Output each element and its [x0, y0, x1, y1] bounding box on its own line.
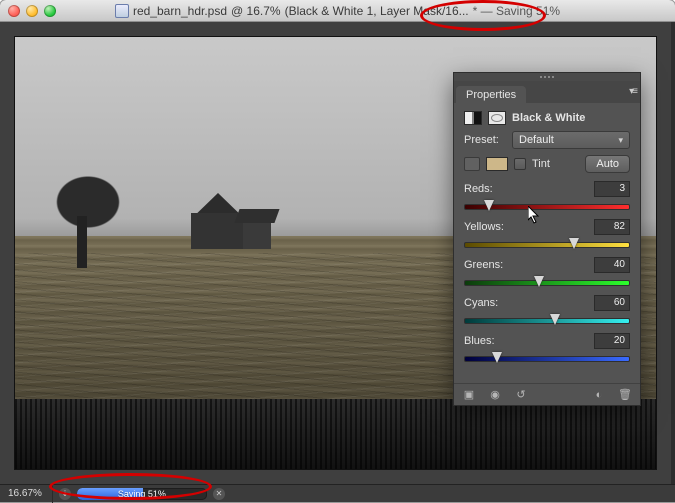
- slider-cyans: Cyans: 60: [464, 295, 630, 325]
- bw-adjustment-icon: [464, 111, 482, 125]
- panel-menu-icon[interactable]: ▾≡: [629, 86, 636, 97]
- reds-label: Reds:: [464, 183, 493, 195]
- tab-properties[interactable]: Properties: [456, 86, 526, 103]
- toggle-visibility-icon[interactable]: ◐: [592, 388, 606, 402]
- reds-track[interactable]: [464, 201, 630, 211]
- greens-value[interactable]: 40: [594, 257, 630, 273]
- image-barn: [187, 193, 269, 253]
- blues-value[interactable]: 20: [594, 333, 630, 349]
- title-saving-status: * — Saving 51%: [473, 4, 560, 18]
- window-title: red_barn_hdr.psd @ 16.7% (Black & White …: [0, 0, 675, 22]
- auto-button[interactable]: Auto: [585, 155, 630, 173]
- panel-footer: ▣ ◉ ↺ ◐ 🗑: [454, 383, 640, 405]
- vertical-scrollbar[interactable]: [671, 22, 675, 484]
- clip-to-layer-icon[interactable]: ▣: [462, 388, 476, 402]
- targeted-adjust-tool-icon[interactable]: [464, 157, 480, 171]
- panel-tabs: Properties ▾≡: [454, 81, 640, 103]
- reds-value[interactable]: 3: [594, 181, 630, 197]
- yellows-label: Yellows:: [464, 221, 504, 233]
- mouse-cursor-icon: [528, 206, 540, 224]
- tint-label: Tint: [532, 158, 550, 170]
- preset-value: Default: [519, 134, 554, 146]
- preset-row: Preset: Default ▾: [464, 131, 630, 149]
- status-bar: 16.67% ⇣ Saving 51% ✕: [0, 484, 675, 502]
- greens-slider-thumb[interactable]: [534, 276, 544, 288]
- document-icon: [115, 4, 129, 18]
- reds-slider-thumb[interactable]: [484, 200, 494, 212]
- cyans-label: Cyans:: [464, 297, 498, 309]
- zoom-level[interactable]: 16.67%: [0, 485, 53, 503]
- blues-label: Blues:: [464, 335, 495, 347]
- delete-adjustment-icon[interactable]: 🗑: [618, 388, 632, 402]
- tint-checkbox[interactable]: [514, 158, 526, 170]
- save-progress-bar: Saving 51%: [77, 488, 207, 500]
- image-tree: [43, 160, 133, 256]
- tint-row: Tint Auto: [464, 155, 630, 173]
- preset-label: Preset:: [464, 134, 506, 146]
- slider-reds: Reds: 3: [464, 181, 630, 211]
- slider-yellows: Yellows: 82: [464, 219, 630, 249]
- yellows-slider-thumb[interactable]: [569, 238, 579, 250]
- cancel-save-icon[interactable]: ✕: [213, 488, 225, 500]
- window-controls: [8, 5, 56, 17]
- reset-icon[interactable]: ↺: [514, 388, 528, 402]
- greens-label: Greens:: [464, 259, 503, 271]
- cyans-value[interactable]: 60: [594, 295, 630, 311]
- save-progress-label: Saving 51%: [77, 488, 207, 500]
- title-filename: red_barn_hdr.psd: [133, 4, 227, 18]
- chevron-down-icon: ▾: [618, 135, 623, 146]
- image-foreground-grass: [15, 399, 656, 469]
- slider-blues: Blues: 20: [464, 333, 630, 363]
- minimize-window-button[interactable]: [26, 5, 38, 17]
- panel-body: Black & White Preset: Default ▾ Tint Aut…: [454, 103, 640, 383]
- blues-track[interactable]: [464, 353, 630, 363]
- titlebar: red_barn_hdr.psd @ 16.7% (Black & White …: [0, 0, 675, 22]
- cyans-slider-thumb[interactable]: [550, 314, 560, 326]
- properties-panel[interactable]: Properties ▾≡ Black & White Preset: Defa…: [453, 72, 641, 406]
- zoom-window-button[interactable]: [44, 5, 56, 17]
- adjustment-header: Black & White: [464, 111, 630, 125]
- tint-color-swatch[interactable]: [486, 157, 508, 171]
- app-window: red_barn_hdr.psd @ 16.7% (Black & White …: [0, 0, 675, 502]
- adjustment-name: Black & White: [512, 112, 585, 124]
- save-disk-icon: ⇣: [59, 488, 71, 500]
- title-layer-detail: (Black & White 1, Layer Mask/16...: [285, 4, 469, 18]
- panel-grip[interactable]: [454, 73, 640, 81]
- yellows-track[interactable]: [464, 239, 630, 249]
- close-window-button[interactable]: [8, 5, 20, 17]
- layer-mask-icon[interactable]: [488, 111, 506, 125]
- greens-track[interactable]: [464, 277, 630, 287]
- yellows-value[interactable]: 82: [594, 219, 630, 235]
- slider-greens: Greens: 40: [464, 257, 630, 287]
- save-progress-group: ⇣ Saving 51% ✕: [59, 488, 225, 500]
- cyans-track[interactable]: [464, 315, 630, 325]
- preset-select[interactable]: Default ▾: [512, 131, 630, 149]
- view-previous-icon[interactable]: ◉: [488, 388, 502, 402]
- title-zoom: @ 16.7%: [231, 4, 281, 18]
- blues-slider-thumb[interactable]: [492, 352, 502, 364]
